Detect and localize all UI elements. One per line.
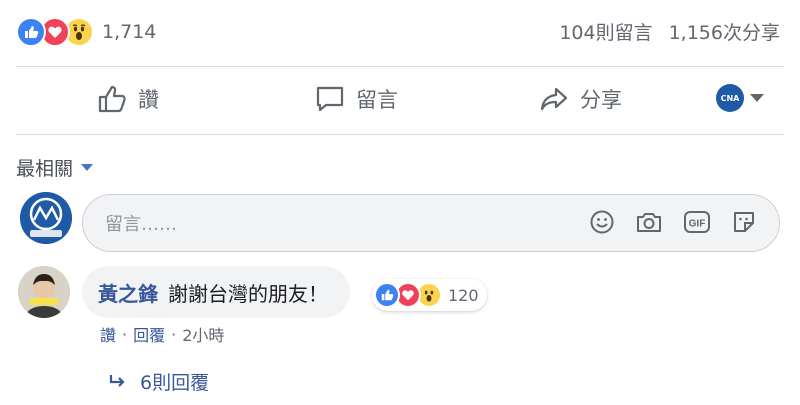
- reaction-stats-bar: 1,714 104則留言 1,156次分享: [0, 0, 800, 64]
- comment-label: 留言: [356, 88, 398, 112]
- like-icon: [374, 282, 400, 308]
- share-icon: [540, 87, 568, 111]
- sticker-icon[interactable]: [731, 209, 757, 235]
- reaction-count: 1,714: [102, 21, 157, 43]
- comments-count[interactable]: 104則留言: [559, 18, 652, 45]
- comment-reactions[interactable]: 120: [372, 279, 487, 311]
- reply-arrow-icon: [109, 374, 125, 387]
- like-button[interactable]: 讚: [96, 82, 159, 116]
- comment-actions: 讚 · 回覆 · 2小時: [100, 322, 224, 346]
- separator: ·: [122, 324, 128, 344]
- chevron-down-icon: [81, 164, 94, 171]
- page-identity-switcher[interactable]: CNA: [716, 84, 764, 112]
- comment-button[interactable]: 留言: [314, 82, 398, 116]
- separator: ·: [171, 324, 177, 344]
- comment-bubble: 黃之鋒 謝謝台灣的朋友！: [82, 266, 350, 318]
- gif-icon[interactable]: GIF: [683, 209, 711, 235]
- sort-label: 最相關: [16, 158, 74, 180]
- view-replies-link[interactable]: 6則回覆: [108, 368, 209, 395]
- like-label: 讚: [138, 88, 159, 112]
- comment-like-link[interactable]: 讚: [100, 322, 116, 346]
- post-action-bar: 讚 留言 分享: [0, 66, 800, 132]
- thumbs-up-icon: [98, 85, 126, 113]
- comment-icon: [316, 86, 344, 112]
- engagement-counts: 104則留言 1,156次分享: [559, 18, 780, 45]
- svg-text:GIF: GIF: [689, 219, 706, 230]
- replies-count: 6則回覆: [140, 372, 210, 394]
- composer-tools: GIF: [589, 209, 757, 235]
- emoji-icon[interactable]: [589, 209, 615, 235]
- comment-input-placeholder: 留言……: [105, 214, 177, 235]
- shares-count[interactable]: 1,156次分享: [669, 18, 780, 45]
- page-avatar: CNA: [716, 84, 744, 112]
- comment-reaction-count: 120: [448, 285, 479, 305]
- post-reactions[interactable]: 1,714: [16, 16, 156, 48]
- camera-icon[interactable]: [635, 209, 663, 235]
- comment-text: 謝謝台灣的朋友！: [168, 281, 328, 306]
- comment-sort-dropdown[interactable]: 最相關: [16, 154, 94, 181]
- chevron-down-icon: [750, 94, 764, 102]
- commenter-avatar[interactable]: [18, 266, 70, 318]
- comment-author[interactable]: 黃之鋒: [98, 278, 158, 307]
- composer-avatar[interactable]: [20, 192, 72, 244]
- like-icon: [16, 17, 46, 47]
- comment-timestamp[interactable]: 2小時: [182, 322, 224, 346]
- share-button[interactable]: 分享: [538, 82, 622, 116]
- share-label: 分享: [580, 88, 622, 112]
- divider: [16, 134, 784, 135]
- comment-reply-link[interactable]: 回覆: [133, 322, 165, 346]
- comment-input[interactable]: 留言…… GIF: [82, 194, 780, 252]
